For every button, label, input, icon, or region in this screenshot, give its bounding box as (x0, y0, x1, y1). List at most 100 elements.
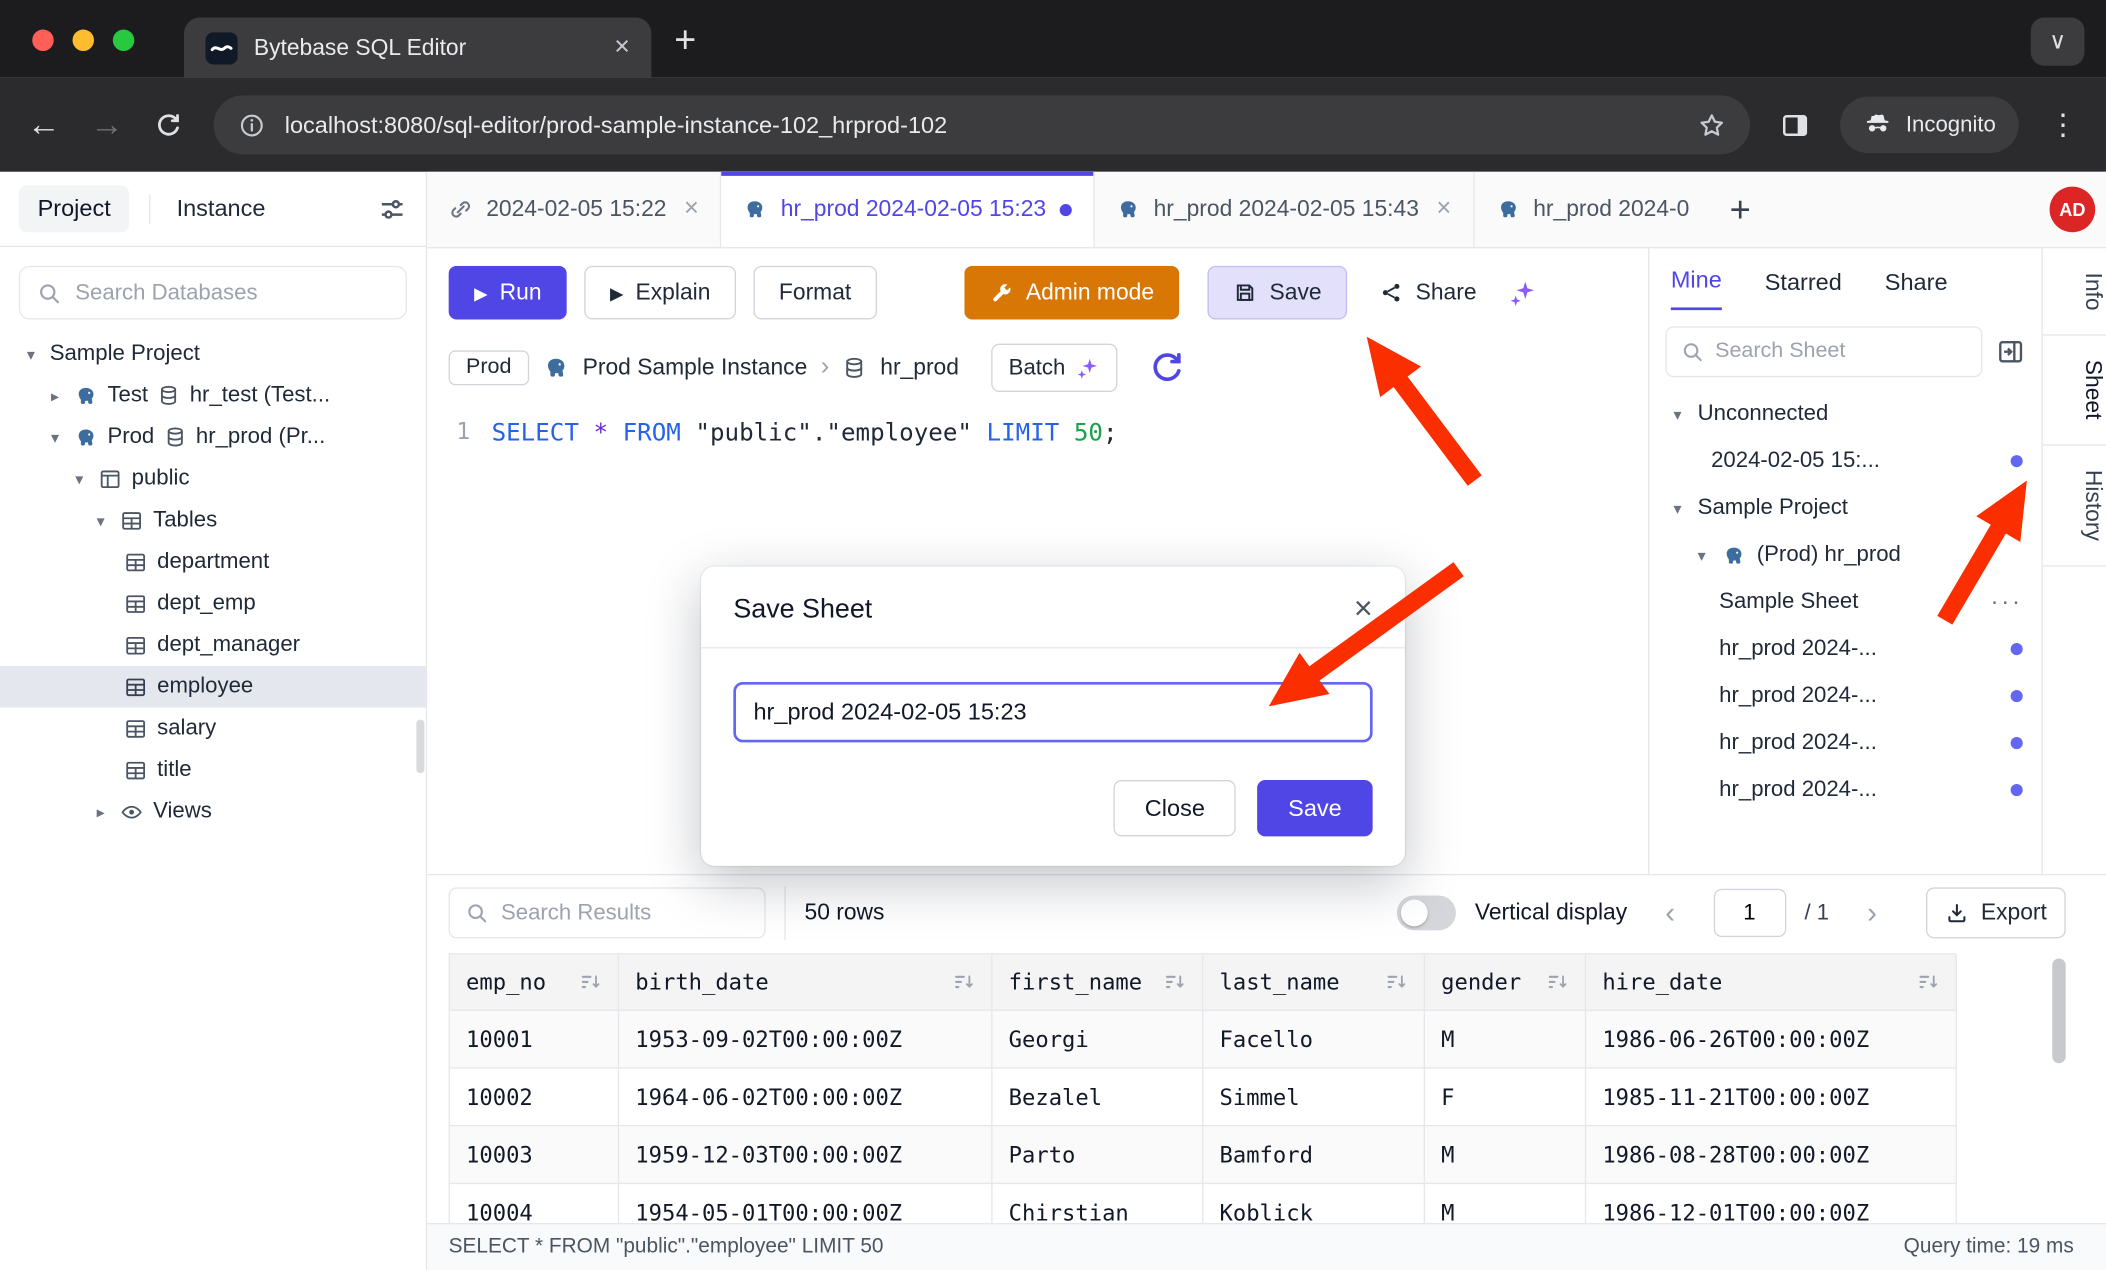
instance-name[interactable]: Prod Sample Instance (583, 354, 808, 381)
column-header[interactable]: emp_no (450, 955, 619, 1011)
edge-tab-info[interactable]: Info (2043, 248, 2106, 336)
sort-icon[interactable] (1546, 971, 1569, 994)
new-tab-button[interactable]: + (674, 19, 696, 62)
run-button[interactable]: ▶ Run (449, 266, 567, 320)
database-search-input[interactable] (75, 280, 389, 306)
browser-menu-icon[interactable]: ⋮ (2048, 107, 2079, 142)
tree-item-table-salary[interactable]: salary (0, 707, 426, 749)
caret-down-icon[interactable]: ▾ (21, 344, 40, 363)
sheet-item[interactable]: hr_prod 2024-... (1649, 626, 2041, 673)
environment-pill[interactable]: Prod (449, 350, 529, 385)
sort-icon[interactable] (579, 971, 602, 994)
bookmark-star-icon[interactable] (1698, 111, 1726, 139)
editor-tab-3[interactable]: hr_prod 2024-02-05 15:43 × (1094, 172, 1474, 247)
window-maximize-button[interactable] (113, 30, 134, 51)
sheet-group-project[interactable]: ▾ Sample Project (1649, 485, 2041, 532)
caret-down-icon[interactable]: ▾ (1692, 546, 1711, 565)
tab-starred[interactable]: Starred (1765, 269, 1842, 311)
tree-item-table-dept-emp[interactable]: dept_emp (0, 583, 426, 625)
site-info-icon[interactable] (238, 111, 266, 139)
tree-item-table-dept-manager[interactable]: dept_manager (0, 624, 426, 666)
tab-instance[interactable]: Instance (171, 185, 271, 232)
database-name[interactable]: hr_prod (880, 354, 959, 381)
tab-close-icon[interactable]: × (614, 32, 630, 63)
tab-shared[interactable]: Share (1885, 269, 1948, 311)
table-row[interactable]: 10003 1959-12-03T00:00:00Z Parto Bamford… (450, 1126, 1956, 1184)
edge-tab-history[interactable]: History (2043, 445, 2106, 566)
side-panel-icon[interactable] (1780, 109, 1811, 140)
tab-list-chevron-icon[interactable]: ∨ (2031, 17, 2085, 65)
admin-mode-button[interactable]: Admin mode (964, 266, 1179, 320)
column-header[interactable]: first_name (993, 955, 1204, 1011)
explain-button[interactable]: ▶ Explain (585, 266, 736, 320)
sheet-name-input[interactable] (733, 682, 1372, 742)
tab-mine[interactable]: Mine (1671, 266, 1722, 310)
column-header[interactable]: birth_date (619, 955, 992, 1011)
user-avatar[interactable]: AD (2050, 187, 2096, 233)
export-button[interactable]: Export (1926, 887, 2066, 938)
sheet-group-database[interactable]: ▾ (Prod) hr_prod (1649, 532, 2041, 579)
caret-right-icon[interactable]: ▸ (46, 386, 65, 405)
table-row[interactable]: 10001 1953-09-02T00:00:00Z Georgi Facell… (450, 1011, 1956, 1069)
vertical-display-toggle[interactable] (1397, 895, 1456, 930)
more-options-icon[interactable]: ··· (1990, 588, 2022, 616)
browser-tab[interactable]: Bytebase SQL Editor × (184, 17, 651, 77)
tree-item-table-department[interactable]: department (0, 541, 426, 583)
sort-icon[interactable] (1385, 971, 1408, 994)
tree-item-tables-group[interactable]: ▾ Tables (0, 499, 426, 541)
results-search-input[interactable] (501, 900, 749, 926)
tree-item-hr-test[interactable]: ▸ Test hr_test (Test... (0, 375, 426, 417)
caret-down-icon[interactable]: ▾ (70, 469, 89, 488)
new-sheet-tab-button[interactable]: + (1711, 172, 1770, 247)
save-button[interactable]: Save (1257, 780, 1372, 836)
filter-tune-icon[interactable] (377, 194, 407, 224)
refresh-connection-icon[interactable] (1147, 348, 1187, 388)
next-page-icon[interactable]: › (1848, 889, 1896, 937)
column-header[interactable]: last_name (1203, 955, 1425, 1011)
caret-down-icon[interactable]: ▾ (46, 428, 65, 447)
table-scrollbar[interactable] (2052, 959, 2065, 1064)
caret-down-icon[interactable]: ▾ (1668, 405, 1687, 424)
sheet-item[interactable]: hr_prod 2024-... (1649, 673, 2041, 720)
column-header[interactable]: hire_date (1586, 955, 1957, 1011)
collapse-panel-icon[interactable] (1996, 337, 2026, 367)
window-minimize-button[interactable] (73, 30, 94, 51)
editor-tab-1[interactable]: 2024-02-05 15:22 × (427, 172, 722, 247)
sheet-item[interactable]: hr_prod 2024-... (1649, 767, 2041, 814)
close-dialog-icon[interactable]: × (1354, 593, 1373, 625)
forward-icon[interactable]: → (90, 108, 124, 142)
tree-item-table-title[interactable]: title (0, 749, 426, 791)
sheet-search[interactable] (1665, 326, 1982, 377)
tree-item-table-employee[interactable]: employee (0, 666, 426, 708)
tree-item-project[interactable]: ▾ Sample Project (0, 333, 426, 375)
table-row[interactable]: 10004 1954-05-01T00:00:00Z Chirstian Kob… (450, 1184, 1956, 1223)
caret-down-icon[interactable]: ▾ (1668, 499, 1687, 518)
share-button[interactable]: Share (1365, 266, 1492, 320)
tree-item-schema-public[interactable]: ▾ public (0, 458, 426, 500)
editor-tab-4[interactable]: hr_prod 2024-0 (1474, 172, 1711, 247)
window-close-button[interactable] (32, 30, 53, 51)
back-icon[interactable]: ← (27, 108, 61, 142)
results-search[interactable] (449, 887, 766, 938)
sheet-item[interactable]: 2024-02-05 15:... (1649, 438, 2041, 485)
caret-down-icon[interactable]: ▾ (91, 511, 110, 530)
sidebar-resize-handle[interactable] (416, 720, 424, 774)
page-number-input[interactable] (1713, 889, 1786, 937)
tree-item-views-group[interactable]: ▸ Views (0, 791, 426, 833)
editor-tab-2-active[interactable]: hr_prod 2024-02-05 15:23 (722, 172, 1095, 247)
database-search[interactable] (19, 266, 407, 320)
sort-icon[interactable] (952, 971, 975, 994)
close-tab-icon[interactable]: × (1436, 195, 1451, 225)
sort-icon[interactable] (1917, 971, 1940, 994)
sheet-search-input[interactable] (1715, 340, 1968, 364)
close-tab-icon[interactable]: × (684, 195, 699, 225)
tree-item-hr-prod[interactable]: ▾ Prod hr_prod (Pr... (0, 416, 426, 458)
sort-icon[interactable] (1163, 971, 1186, 994)
sheet-group-unconnected[interactable]: ▾ Unconnected (1649, 391, 2041, 438)
ai-sparkle-icon[interactable] (1509, 278, 1539, 308)
sheet-item-sample-sheet[interactable]: Sample Sheet ··· (1649, 579, 2041, 626)
sheet-item[interactable]: hr_prod 2024-... (1649, 720, 2041, 767)
tab-project[interactable]: Project (19, 185, 130, 232)
save-sheet-button[interactable]: Save (1208, 266, 1347, 320)
prev-page-icon[interactable]: ‹ (1646, 889, 1694, 937)
